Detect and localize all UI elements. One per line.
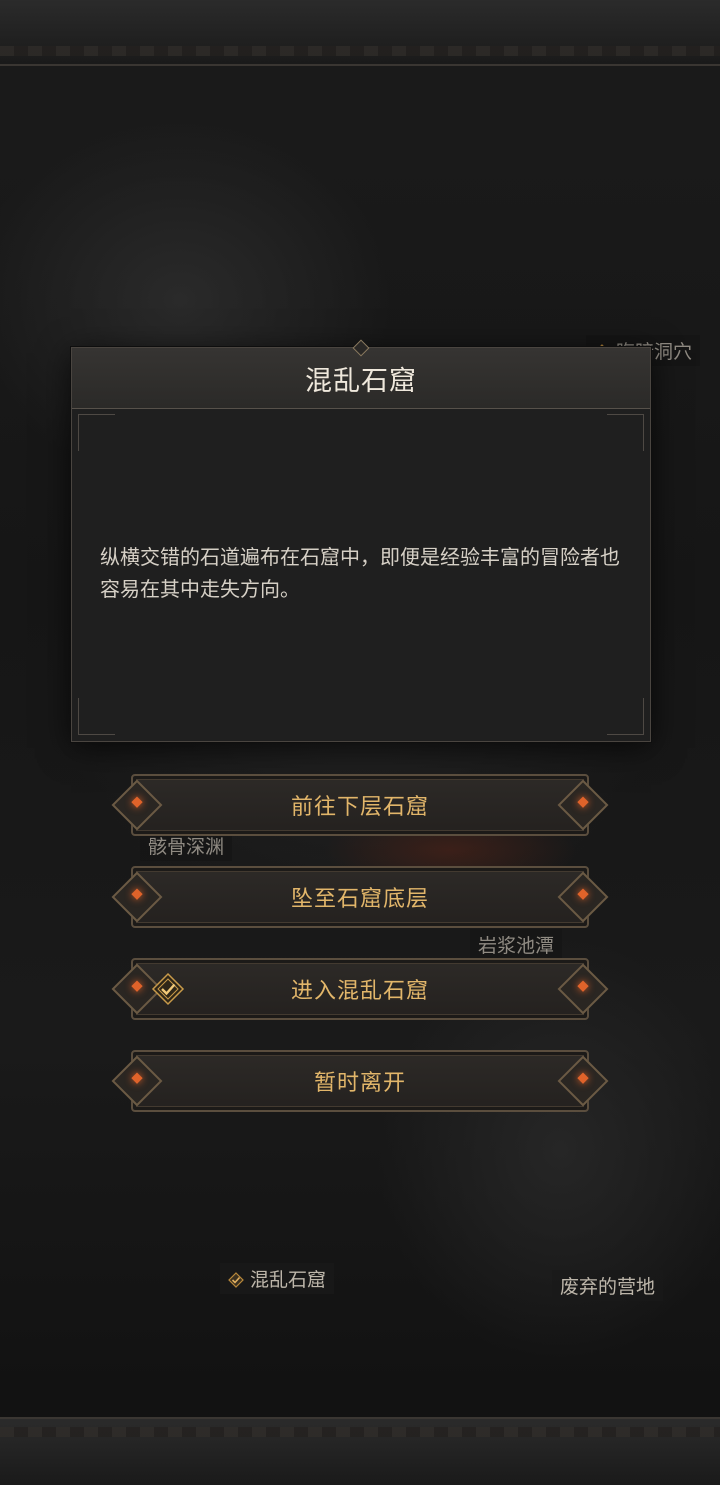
fall-to-bottom-button[interactable]: 坠至石窟底层 (111, 866, 609, 928)
map-location-abandoned-camp[interactable]: 废弃的营地 (552, 1270, 664, 1301)
dialog-description: 纵横交错的石道遍布在石窟中，即便是经验丰富的冒险者也容易在其中走失方向。 (100, 545, 620, 601)
corner-ornament (78, 414, 115, 451)
go-lower-cave-button[interactable]: 前往下层石窟 (111, 774, 609, 836)
map-location-lava-pool[interactable]: 岩浆池潭 (470, 929, 563, 960)
cave-map-background (0, 0, 720, 1485)
enter-chaos-cave-button[interactable]: 进入混乱石窟 (111, 958, 609, 1020)
option-label: 进入混乱石窟 (290, 979, 429, 1004)
option-label: 前往下层石窟 (290, 795, 429, 820)
map-location-label: 废弃的营地 (560, 1276, 656, 1298)
corner-ornament (607, 414, 644, 451)
checkmark-badge-icon (228, 1272, 244, 1288)
dialog-header: 混乱石窟 (72, 339, 650, 409)
top-ornate-frame (0, 0, 720, 66)
corner-ornament (607, 698, 644, 735)
option-label: 暂时离开 (313, 1071, 406, 1096)
location-dialog: 混乱石窟 纵横交错的石道遍布在石窟中，即便是经验丰富的冒险者也容易在其中走失方向… (71, 339, 651, 742)
bottom-ornate-frame (0, 1417, 720, 1485)
map-location-chaos-cave[interactable]: 混乱石窟 (220, 1263, 335, 1294)
corner-ornament (78, 698, 115, 735)
leave-temporarily-button[interactable]: 暂时离开 (111, 1050, 609, 1112)
dialog-title: 混乱石窟 (305, 365, 417, 397)
map-location-label: 骸骨深渊 (148, 836, 225, 858)
map-location-label: 岩浆池潭 (478, 935, 555, 957)
map-location-label: 混乱石窟 (250, 1269, 327, 1291)
option-label: 坠至石窟底层 (290, 887, 429, 912)
